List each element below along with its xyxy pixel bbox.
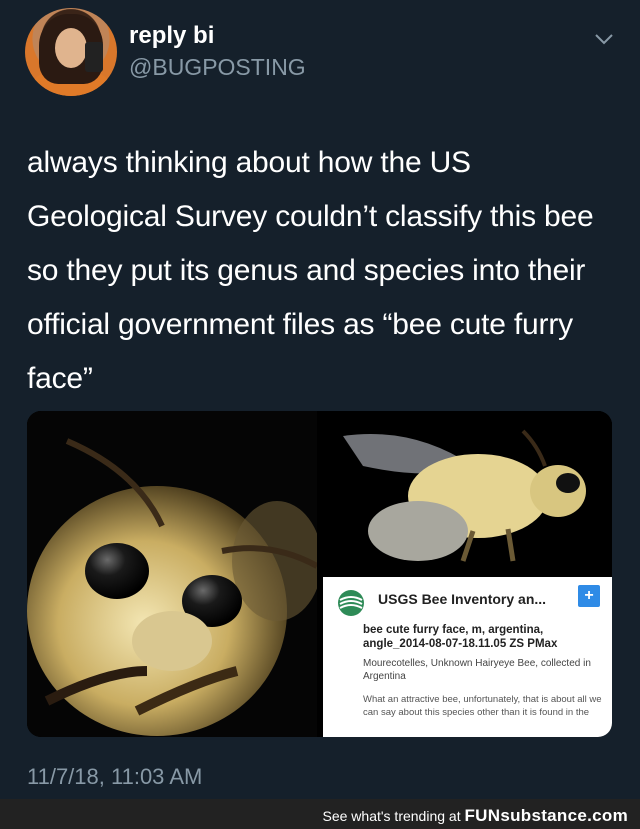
bee-face-photo[interactable]: [27, 411, 317, 737]
usgs-body: bee cute furry face, m, argentina, angle…: [363, 623, 603, 719]
chevron-down-icon[interactable]: [593, 28, 615, 50]
footer-text: See what's trending at FUNsubstance.com: [323, 806, 629, 826]
tweet-timestamp[interactable]: 11/7/18, 11:03 AM: [27, 764, 202, 790]
usgs-screenshot[interactable]: USGS Bee Inventory an... + bee cute furr…: [323, 577, 612, 737]
watermark-footer: See what's trending at FUNsubstance.com: [0, 799, 640, 829]
usgs-description-2: What an attractive bee, unfortunately, t…: [363, 694, 602, 718]
footer-brand[interactable]: FUNsubstance.com: [464, 806, 628, 825]
user-handle[interactable]: @BUGPOSTING: [129, 54, 306, 81]
tweet-header: reply bi @BUGPOSTING: [25, 8, 615, 98]
tweet-text: always thinking about how the US Geologi…: [27, 146, 594, 395]
avatar-phone: [85, 42, 103, 72]
usgs-title: USGS Bee Inventory an...: [378, 591, 547, 607]
usgs-description: Mourecotelles, Unknown Hairyeye Bee, col…: [363, 658, 591, 682]
tweet-media[interactable]: USGS Bee Inventory an... + bee cute furr…: [27, 411, 612, 737]
bee-side-photo[interactable]: [323, 411, 612, 571]
avatar-face: [55, 28, 87, 68]
avatar[interactable]: [25, 8, 117, 96]
bee-side-illustration: [323, 411, 612, 571]
usgs-heading: bee cute furry face, m, argentina, angle…: [363, 624, 558, 650]
bee-face-illustration: [27, 411, 317, 737]
footer-prefix: See what's trending at: [322, 808, 465, 824]
display-name[interactable]: reply bi: [129, 22, 214, 50]
usgs-logo-icon: [338, 590, 364, 616]
usgs-add-button[interactable]: +: [578, 585, 600, 607]
